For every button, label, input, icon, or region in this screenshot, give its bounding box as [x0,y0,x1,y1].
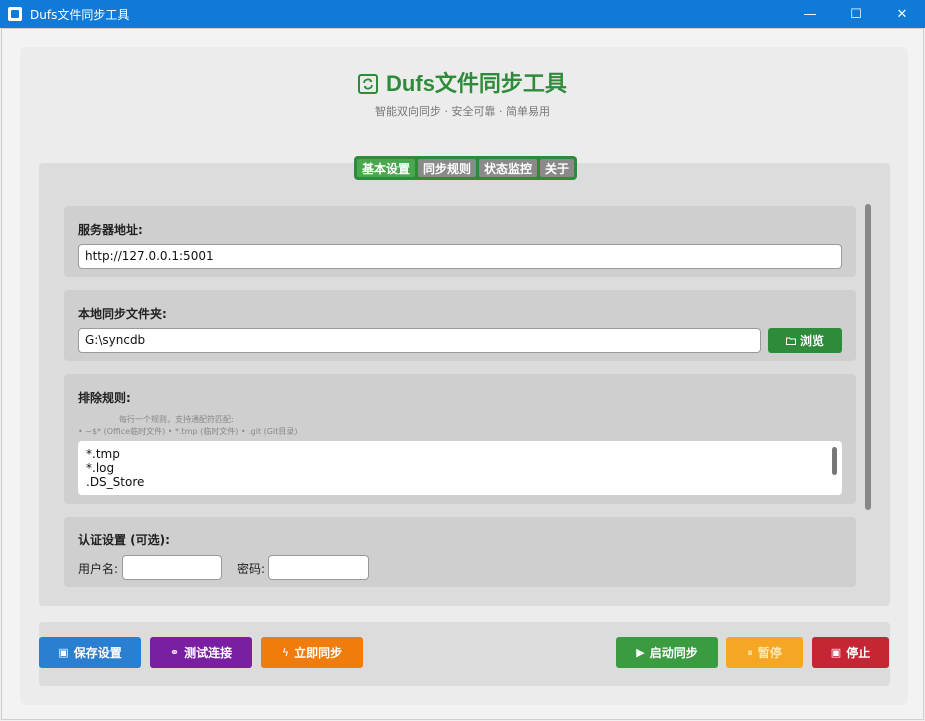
start-sync-label: 启动同步 [649,646,698,660]
tab-status-monitor[interactable]: 状态监控 [479,159,538,177]
exclude-hint-line1: 每行一个规则，支持通配符匹配: [119,415,234,424]
exclude-rule: *.tmp [86,447,120,461]
panel-scrollbar[interactable] [865,204,871,510]
window-title: Dufs文件同步工具 [30,7,130,22]
close-button[interactable]: ✕ [879,0,925,28]
sync-icon [358,74,379,94]
play-icon: ▶ [636,646,645,659]
link-icon: ⚭ [169,646,180,659]
password-input[interactable] [268,555,369,580]
test-connection-label: 测试连接 [184,646,233,660]
sync-now-button[interactable]: ϟ 立即同步 [261,637,363,668]
lightning-icon: ϟ [281,646,290,659]
browse-button-label: 浏览 [799,334,824,348]
tab-bar: 基本设置 同步规则 状态监控 关于 [354,156,578,180]
server-label: 服务器地址: [78,223,143,237]
tab-about[interactable]: 关于 [540,159,575,177]
window-controls: — ☐ ✕ [787,0,925,28]
tab-basic-settings[interactable]: 基本设置 [357,159,416,177]
stop-label: 停止 [846,646,871,660]
pause-button[interactable]: ⏸ 暂停 [726,637,803,668]
server-address-input[interactable]: http://127.0.0.1:5001 [78,244,842,269]
exclude-rule: *.log [86,461,115,475]
username-input[interactable] [122,555,222,580]
save-settings-button[interactable]: ▣ 保存设置 [39,637,141,668]
tab-sync-rules[interactable]: 同步规则 [418,159,477,177]
minimize-button[interactable]: — [787,0,833,28]
exclude-rule: .DS_Store [86,475,145,489]
start-sync-button[interactable]: ▶ 启动同步 [616,637,718,668]
textarea-scrollbar[interactable] [832,447,837,475]
local-folder-label: 本地同步文件夹: [78,307,167,321]
page-title: Dufs文件同步工具 [0,66,925,98]
window-titlebar: Dufs文件同步工具 — ☐ ✕ [0,0,925,28]
exclude-rules-textarea[interactable]: *.tmp *.log .DS_Store [78,441,842,495]
folder-icon [785,337,796,345]
username-label: 用户名: [78,562,119,576]
pause-label: 暂停 [757,646,782,660]
local-folder-input[interactable]: G:\syncdb [78,328,761,353]
page-subtitle: 智能双向同步 · 安全可靠 · 简单易用 [375,105,550,118]
page-title-text: Dufs文件同步工具 [386,71,567,96]
browse-button[interactable]: 浏览 [768,328,842,353]
stop-button[interactable]: ▣ 停止 [812,637,889,668]
exclude-label: 排除规则: [78,391,131,405]
auth-label: 认证设置 (可选): [78,533,170,547]
pause-icon: ⏸ [747,645,753,659]
maximize-button[interactable]: ☐ [833,0,879,28]
test-connection-button[interactable]: ⚭ 测试连接 [150,637,252,668]
save-icon: ▣ [58,646,69,659]
app-icon [8,7,22,21]
exclude-hint-line2: • ~$* (Office临时文件) • *.tmp (临时文件) • .git… [78,427,298,436]
sync-now-label: 立即同步 [294,646,343,660]
stop-icon: ▣ [830,646,842,659]
save-settings-label: 保存设置 [73,646,122,660]
password-label: 密码: [237,562,266,576]
